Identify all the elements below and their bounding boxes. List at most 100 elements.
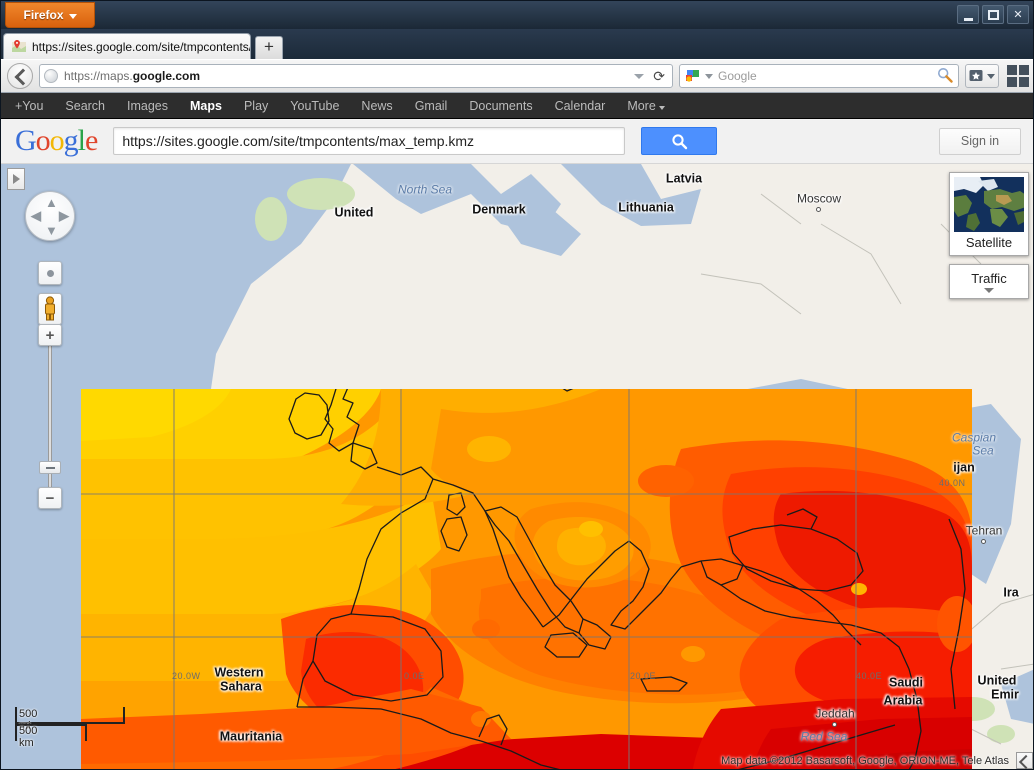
pan-control[interactable]: ▲ ▼ ◀ ▶ xyxy=(25,191,75,241)
pan-left-button[interactable]: ◀ xyxy=(31,208,41,224)
gnav-item-maps[interactable]: Maps xyxy=(190,99,222,113)
thumb-grip-icon xyxy=(45,466,55,469)
bookmarks-button[interactable] xyxy=(965,64,999,88)
chevron-down-icon xyxy=(984,288,994,293)
back-button[interactable] xyxy=(7,63,33,89)
pan-down-button[interactable]: ▼ xyxy=(45,223,58,238)
panel-toggle-button[interactable] xyxy=(7,168,25,190)
new-tab-button[interactable]: + xyxy=(255,36,283,59)
graticule-label: 20.0E xyxy=(630,671,657,681)
traffic-label: Traffic xyxy=(971,271,1007,286)
maps-search-input[interactable]: https://sites.google.com/site/tmpcontent… xyxy=(113,127,626,155)
close-button[interactable]: ✕ xyxy=(1007,5,1029,24)
satellite-thumbnail xyxy=(954,177,1024,232)
kmz-ground-overlay xyxy=(81,389,972,769)
zoom-in-button[interactable]: + xyxy=(38,324,62,346)
sign-in-button[interactable]: Sign in xyxy=(939,127,1021,155)
pegman-icon xyxy=(45,296,55,321)
search-icon[interactable] xyxy=(937,67,953,86)
gnav-item-gmail[interactable]: Gmail xyxy=(415,99,448,113)
recenter-button[interactable] xyxy=(38,261,62,285)
navigation-toolbar: https://maps.google.com ⟳ Google xyxy=(1,59,1033,93)
google-top-nav: +You Search Images Maps Play YouTube News Gmail… xyxy=(1,93,1033,119)
gnav-item-label: More xyxy=(627,98,656,113)
browser-tab[interactable]: https://sites.google.com/site/tmpcontent… xyxy=(3,33,251,59)
gnav-item-label: Images xyxy=(127,98,169,113)
zoom-out-button[interactable]: − xyxy=(38,487,62,509)
zoom-slider-thumb[interactable] xyxy=(39,461,61,474)
scale-km-label: 500 km xyxy=(19,725,38,749)
chevron-down-icon xyxy=(987,73,995,79)
address-bar-url: https://maps.google.com xyxy=(64,69,201,83)
map-canvas[interactable]: 20.0W 0.0E 20.0E 40.0E 40.0N North Sea United… xyxy=(1,164,1033,769)
chevron-down-icon[interactable] xyxy=(634,73,645,79)
gnav-item-label: Maps xyxy=(190,98,222,113)
satellite-button[interactable]: Satellite xyxy=(949,172,1029,256)
gnav-item-label: News xyxy=(361,98,393,113)
city-marker-dot xyxy=(832,722,837,727)
gnav-item-label: Documents xyxy=(469,98,533,113)
resize-grip[interactable] xyxy=(1016,752,1033,769)
maximize-button[interactable] xyxy=(982,5,1004,24)
apps-grid-button[interactable] xyxy=(1007,65,1029,87)
pegman-button[interactable] xyxy=(38,293,62,325)
address-bar[interactable]: https://maps.google.com ⟳ xyxy=(39,64,673,88)
gnav-item-play[interactable]: Play xyxy=(244,99,268,113)
scale-tick xyxy=(123,707,125,724)
graticule-label: 20.0W xyxy=(172,671,201,681)
map-type-control: Satellite Traffic xyxy=(949,172,1029,299)
google-engine-icon xyxy=(685,69,700,84)
max-temp-heatmap xyxy=(81,389,972,769)
pan-right-button[interactable]: ▶ xyxy=(59,208,69,224)
search-icon xyxy=(672,133,688,149)
maps-search-button[interactable] xyxy=(641,127,718,155)
logo-letter: o xyxy=(35,124,51,157)
firefox-menu-label: Firefox xyxy=(23,8,64,22)
tab-title: https://sites.google.com/site/tmpcontent… xyxy=(32,39,251,54)
google-logo[interactable]: Google xyxy=(15,124,98,157)
graticule-label: 40.0N xyxy=(939,478,966,488)
satellite-label: Satellite xyxy=(965,235,1013,250)
city-marker-dot xyxy=(816,207,821,212)
reload-icon[interactable]: ⟳ xyxy=(650,68,668,85)
map-attribution: Map data ©2012 Basarsoft, Google, ORION-… xyxy=(721,755,1009,767)
firefox-menu-button[interactable]: Firefox xyxy=(5,2,95,28)
logo-letter: G xyxy=(15,124,37,157)
gnav-item-label: Play xyxy=(243,98,269,113)
world-globe-thumbnail xyxy=(954,177,1024,232)
gnav-item-label: +You xyxy=(15,98,44,113)
chevron-down-icon xyxy=(658,105,665,110)
google-maps-header: Google https://sites.google.com/site/tmp… xyxy=(1,119,1033,164)
minimize-button[interactable] xyxy=(957,5,979,24)
gnav-item-images[interactable]: Images xyxy=(127,99,168,113)
gnav-item-label: Gmail xyxy=(414,98,448,113)
globe-icon xyxy=(44,69,58,83)
scale-tick xyxy=(85,724,87,741)
map-pin-icon xyxy=(12,39,26,54)
gnav-item-more[interactable]: More xyxy=(627,98,665,113)
graticule-label: 0.0E xyxy=(404,671,425,681)
minimize-icon xyxy=(963,18,973,21)
grid-cell xyxy=(1007,77,1017,87)
logo-letter: e xyxy=(85,124,98,157)
tab-strip: https://sites.google.com/site/tmpcontent… xyxy=(1,29,1033,59)
scale-tick xyxy=(15,724,17,741)
search-input[interactable]: Google xyxy=(718,69,932,83)
chevron-down-icon[interactable] xyxy=(705,73,713,79)
gnav-item--you[interactable]: +You xyxy=(15,99,43,113)
firefox-window: Firefox ✕ https://sites.google.com/site/… xyxy=(0,0,1034,770)
grid-cell xyxy=(1019,77,1029,87)
pan-up-button[interactable]: ▲ xyxy=(45,195,58,210)
gnav-item-label: Calendar xyxy=(554,98,606,113)
logo-letter: l xyxy=(77,124,86,157)
traffic-button[interactable]: Traffic xyxy=(949,264,1029,299)
search-bar[interactable]: Google xyxy=(679,64,959,88)
gnav-item-search[interactable]: Search xyxy=(65,99,105,113)
gnav-item-news[interactable]: News xyxy=(361,99,392,113)
gnav-item-youtube[interactable]: YouTube xyxy=(290,99,339,113)
logo-letter: g xyxy=(63,124,79,157)
gnav-item-documents[interactable]: Documents xyxy=(469,99,532,113)
gnav-item-calendar[interactable]: Calendar xyxy=(555,99,606,113)
graticule-label: 40.0E xyxy=(856,671,883,681)
center-dot-icon xyxy=(46,269,54,277)
